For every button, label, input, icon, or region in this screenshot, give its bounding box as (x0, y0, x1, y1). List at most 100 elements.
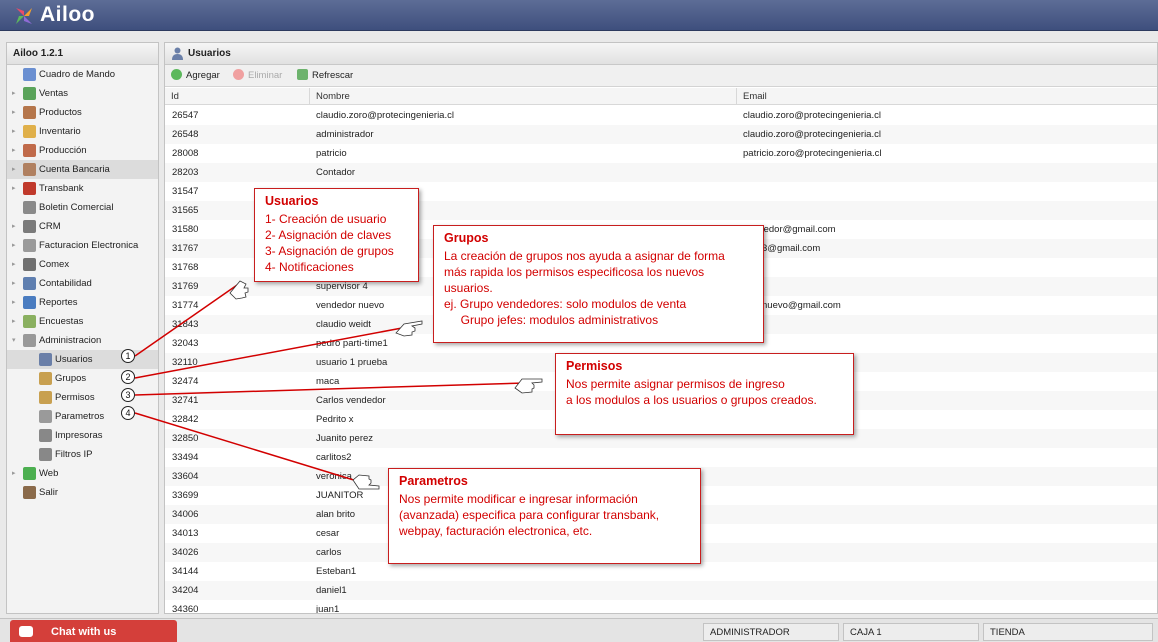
table-row[interactable]: 26548 administrador claudio.zoro@protecing… (165, 125, 1157, 144)
bank-icon (23, 163, 36, 176)
callout-line: usuarios. (444, 281, 493, 295)
sidebar-item-cuenta-bancaria[interactable]: ▸ Cuenta Bancaria (7, 160, 158, 179)
sidebar-item-crm[interactable]: ▸ CRM (7, 217, 158, 236)
app-header: Ailoo (0, 0, 1158, 31)
expand-arrow-icon[interactable]: ▸ (12, 179, 20, 198)
marker-2: 2 (121, 370, 135, 384)
callout-line: (avanzada) especifica para configurar tr… (399, 508, 660, 522)
chat-button[interactable]: Chat with us (10, 620, 177, 642)
sidebar-item-administracion[interactable]: ▾ Administracion (7, 331, 158, 350)
callout-grupos: Grupos La creación de grupos nos ayuda a… (433, 225, 764, 343)
sidebar-item-parametros[interactable]: Parametros (7, 407, 158, 426)
expand-arrow-icon[interactable]: ▸ (12, 236, 20, 255)
delete-button[interactable]: Eliminar (233, 65, 282, 87)
delete-icon (233, 68, 244, 80)
sidebar-item-productos[interactable]: ▸ Productos (7, 103, 158, 122)
invoice-icon (23, 239, 36, 252)
table-row[interactable]: 33494 carlitos2 (165, 448, 1157, 467)
add-button[interactable]: Agregar (171, 65, 220, 87)
table-row[interactable]: 28203 Contador (165, 163, 1157, 182)
expand-arrow-icon[interactable]: ▸ (12, 122, 20, 141)
reports-icon (23, 296, 36, 309)
sidebar-item-cuadro-de-mando[interactable]: Cuadro de Mando (7, 65, 158, 84)
cell-id: 33699 (172, 490, 199, 501)
cell-id: 26547 (172, 110, 199, 121)
users-icon (39, 353, 52, 366)
cell-id: 32850 (172, 433, 199, 444)
sidebar-version: Ailoo 1.2.1 (7, 43, 158, 65)
callout-line: ej. Grupo vendedores: solo modulos de ve… (444, 297, 687, 311)
sidebar-item-producci-n[interactable]: ▸ Producción (7, 141, 158, 160)
sidebar-item-transbank[interactable]: ▸ Transbank (7, 179, 158, 198)
production-icon (23, 144, 36, 157)
cell-id: 32741 (172, 395, 199, 406)
sidebar-item-reportes[interactable]: ▸ Reportes (7, 293, 158, 312)
permissions-icon (39, 391, 52, 404)
expand-arrow-icon[interactable]: ▸ (12, 293, 20, 312)
expand-arrow-icon[interactable]: ▸ (12, 255, 20, 274)
cell-name: administrador (316, 129, 374, 140)
cell-id: 34026 (172, 547, 199, 558)
callout-line: webpay, facturación electronica, etc. (399, 524, 593, 538)
sidebar-item-inventario[interactable]: ▸ Inventario (7, 122, 158, 141)
sidebar-item-permisos[interactable]: Permisos (7, 388, 158, 407)
table-row[interactable]: 34204 daniel1 (165, 581, 1157, 600)
column-header-email[interactable]: Email (736, 88, 1157, 105)
sidebar-item-salir[interactable]: Salir (7, 483, 158, 502)
sidebar-item-facturacion-electronica[interactable]: ▸ Facturacion Electronica (7, 236, 158, 255)
sidebar-item-web[interactable]: ▸ Web (7, 464, 158, 483)
panel-title: Usuarios (188, 48, 231, 59)
cell-id: 33494 (172, 452, 199, 463)
table-row[interactable]: 26547 claudio.zoro@protecingenieria.cl cla… (165, 106, 1157, 125)
cell-email: edor3@gmail.com (743, 243, 821, 254)
sidebar-item-label: Cuadro de Mando (39, 69, 116, 80)
callout-line: 2- Asignación de claves (265, 228, 392, 242)
column-header-name[interactable]: Nombre (309, 88, 736, 105)
sidebar-item-label: Producción (39, 145, 87, 156)
expand-arrow-icon[interactable]: ▸ (12, 160, 20, 179)
expand-arrow-icon[interactable]: ▸ (12, 274, 20, 293)
table-row[interactable]: 34360 juan1 (165, 600, 1157, 613)
cell-id: 31774 (172, 300, 199, 311)
refresh-icon (297, 68, 308, 80)
sidebar-item-filtros-ip[interactable]: Filtros IP (7, 445, 158, 464)
transbank-icon (23, 182, 36, 195)
sidebar-item-label: Encuestas (39, 316, 84, 327)
sidebar-item-grupos[interactable]: Grupos (7, 369, 158, 388)
toolbar: Agregar Eliminar Refrescar (165, 65, 1157, 87)
sidebar-item-label: Contabilidad (39, 278, 92, 289)
bulletin-icon (23, 201, 36, 214)
expand-arrow-icon[interactable]: ▸ (12, 217, 20, 236)
cell-email: patricio.zoro@protecingenieria.cl (743, 148, 882, 159)
cell-name: claudio.zoro@protecingenieria.cl (316, 110, 454, 121)
cell-id: 34204 (172, 585, 199, 596)
sidebar-item-ventas[interactable]: ▸ Ventas (7, 84, 158, 103)
expand-arrow-icon[interactable]: ▸ (12, 84, 20, 103)
column-header-id[interactable]: Id (165, 88, 309, 105)
dashboard-icon (23, 68, 36, 81)
printers-icon (39, 429, 52, 442)
cell-id: 34006 (172, 509, 199, 520)
table-row[interactable]: 28008 patricio patricio.zoro@protecingenie… (165, 144, 1157, 163)
sidebar-item-contabilidad[interactable]: ▸ Contabilidad (7, 274, 158, 293)
sidebar-item-boletin-comercial[interactable]: Boletin Comercial (7, 198, 158, 217)
cell-id: 31843 (172, 319, 199, 330)
sidebar-item-impresoras[interactable]: Impresoras (7, 426, 158, 445)
expand-arrow-icon[interactable]: ▸ (12, 312, 20, 331)
sidebar-item-usuarios[interactable]: Usuarios (7, 350, 158, 369)
sidebar-item-label: Transbank (39, 183, 84, 194)
table-row[interactable]: 34144 Esteban1 (165, 562, 1157, 581)
chat-icon (19, 626, 33, 637)
add-icon (171, 68, 182, 80)
panel-header: Usuarios (165, 43, 1157, 65)
user-icon (172, 47, 183, 60)
cell-id: 28008 (172, 148, 199, 159)
sidebar-item-encuestas[interactable]: ▸ Encuestas (7, 312, 158, 331)
expand-arrow-icon[interactable]: ▸ (12, 141, 20, 160)
expand-arrow-icon[interactable]: ▸ (12, 103, 20, 122)
sidebar-item-comex[interactable]: ▸ Comex (7, 255, 158, 274)
expand-arrow-icon[interactable]: ▸ (12, 464, 20, 483)
sidebar-item-label: Productos (39, 107, 82, 118)
refresh-button[interactable]: Refrescar (297, 65, 353, 87)
expand-arrow-icon[interactable]: ▾ (12, 331, 20, 350)
